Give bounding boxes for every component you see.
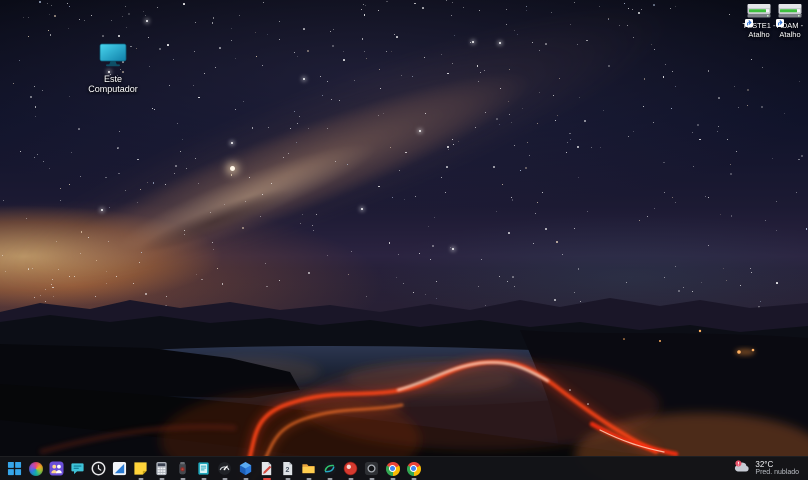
taskbar-chat-teal-button[interactable] bbox=[67, 457, 88, 480]
blue-triangle-doc-icon bbox=[112, 461, 127, 476]
sticky-notes-icon bbox=[133, 461, 148, 476]
desktop-icon-this-pc[interactable]: Este Computador bbox=[84, 42, 142, 94]
chat-teal-icon bbox=[70, 461, 85, 476]
weather-temperature: 32°C bbox=[755, 460, 799, 469]
running-indicator bbox=[285, 478, 290, 480]
people-purple-icon bbox=[49, 461, 64, 476]
taskbar-colorful-pinwheel-button[interactable] bbox=[25, 457, 46, 480]
taskbar-clock-button[interactable] bbox=[88, 457, 109, 480]
document-pen-icon bbox=[259, 461, 274, 476]
desktop-icon-label: Este Computador bbox=[84, 74, 142, 94]
running-indicator bbox=[180, 478, 185, 480]
taskbar-calculator-button[interactable] bbox=[151, 457, 172, 480]
document-2-icon: 2 bbox=[280, 461, 295, 476]
clock-icon bbox=[91, 461, 106, 476]
running-indicator bbox=[411, 478, 416, 480]
taskbar-file-explorer-button[interactable] bbox=[298, 457, 319, 480]
weather-condition: Pred. nublado bbox=[755, 469, 799, 477]
svg-text:2: 2 bbox=[285, 467, 289, 474]
taskbar-chrome-2-button[interactable] bbox=[403, 457, 424, 480]
running-indicator bbox=[348, 478, 353, 480]
running-indicator bbox=[390, 478, 395, 480]
colorful-pinwheel-icon bbox=[28, 461, 43, 476]
running-indicator bbox=[138, 478, 143, 480]
chrome-2-icon bbox=[406, 461, 421, 476]
running-indicator-alert bbox=[263, 478, 271, 480]
start-icon bbox=[7, 461, 22, 476]
this-pc-monitor-icon bbox=[98, 42, 128, 73]
teal-notepad-icon bbox=[196, 461, 211, 476]
weather-cloud-alert-icon bbox=[733, 459, 751, 479]
running-indicator bbox=[369, 478, 374, 480]
taskbar-chrome-button[interactable] bbox=[382, 457, 403, 480]
weather-widget[interactable]: 32°C Pred. nublado bbox=[731, 457, 801, 480]
taskbar-document-pen-button[interactable] bbox=[256, 457, 277, 480]
taskbar-green-swirl-globe-button[interactable] bbox=[319, 457, 340, 480]
desktop-icon-teste1-shortcut[interactable]: TESTE1 - Atalho bbox=[741, 3, 777, 39]
shortcut-arrow-icon bbox=[745, 14, 753, 22]
taskbar-blue-triangle-doc-button[interactable] bbox=[109, 457, 130, 480]
horizon-haze bbox=[0, 268, 808, 342]
running-indicator bbox=[201, 478, 206, 480]
hard-drive-icon bbox=[778, 3, 802, 21]
running-indicator bbox=[306, 478, 311, 480]
taskbar-people-purple-button[interactable] bbox=[46, 457, 67, 480]
desktop: Este Computador TESTE1 - Atalho bbox=[0, 0, 808, 480]
speed-gauge-icon bbox=[217, 461, 232, 476]
bright-star bbox=[230, 166, 235, 171]
running-indicator bbox=[243, 478, 248, 480]
taskbar-voice-recorder-button[interactable] bbox=[172, 457, 193, 480]
camera-lens-icon bbox=[364, 461, 379, 476]
taskbar: 2 32°C Pred. nublado bbox=[0, 456, 808, 480]
running-indicator bbox=[222, 478, 227, 480]
taskbar-speed-gauge-button[interactable] bbox=[214, 457, 235, 480]
running-indicator bbox=[159, 478, 164, 480]
desktop-icon-adam-shortcut[interactable]: ADAM - Atalho bbox=[773, 3, 807, 39]
running-indicator bbox=[327, 478, 332, 480]
file-explorer-icon bbox=[301, 461, 316, 476]
calculator-icon bbox=[154, 461, 169, 476]
green-swirl-globe-icon bbox=[322, 461, 337, 476]
shortcut-arrow-icon bbox=[776, 14, 784, 22]
blue-cube-icon bbox=[238, 461, 253, 476]
voice-recorder-icon bbox=[175, 461, 190, 476]
taskbar-sticky-notes-button[interactable] bbox=[130, 457, 151, 480]
taskbar-document-2-button[interactable]: 2 bbox=[277, 457, 298, 480]
taskbar-red-record-button[interactable] bbox=[340, 457, 361, 480]
taskbar-start-button[interactable] bbox=[4, 457, 25, 480]
taskbar-camera-lens-button[interactable] bbox=[361, 457, 382, 480]
taskbar-blue-cube-button[interactable] bbox=[235, 457, 256, 480]
taskbar-app-icons: 2 bbox=[4, 457, 424, 480]
chrome-icon bbox=[385, 461, 400, 476]
red-record-icon bbox=[343, 461, 358, 476]
hard-drive-icon bbox=[747, 3, 771, 21]
taskbar-teal-notepad-button[interactable] bbox=[193, 457, 214, 480]
